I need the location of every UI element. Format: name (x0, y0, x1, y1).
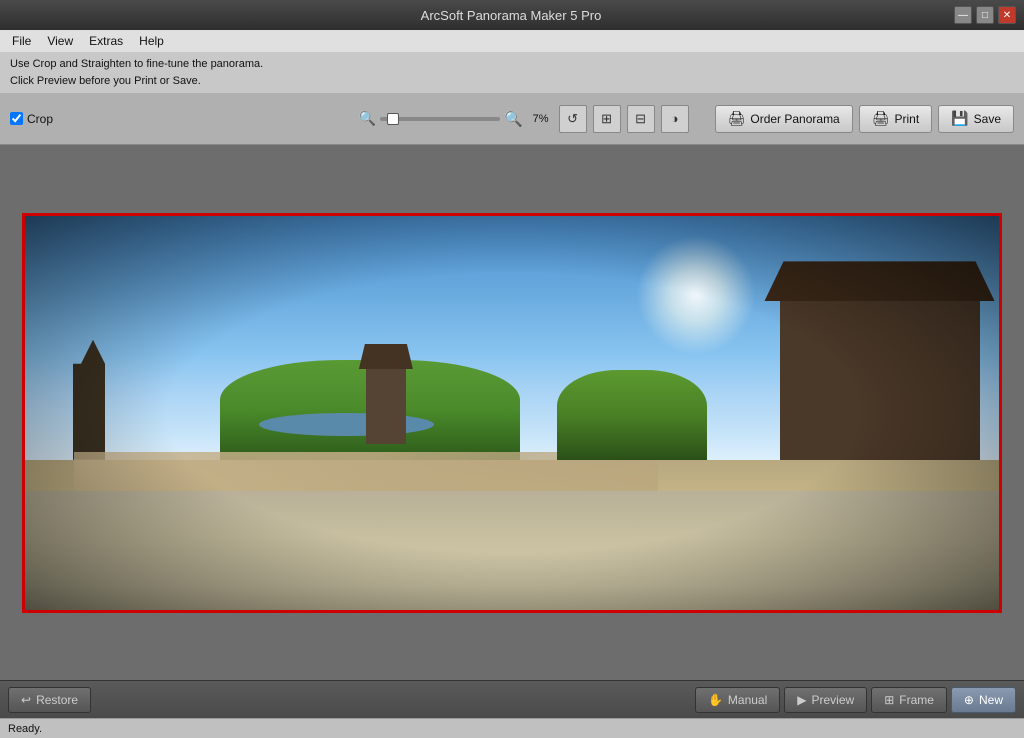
window-controls: — □ ✕ (954, 6, 1016, 24)
tree-right (557, 370, 707, 460)
new-icon: ⊕ (964, 693, 974, 707)
zoom-percent-display: 7% (533, 113, 549, 125)
fit-tool-button[interactable]: ⊞ (593, 105, 621, 133)
order-icon: 🖨 (728, 110, 746, 127)
frame-button[interactable]: ⊞ Frame (871, 687, 947, 713)
building-right (780, 291, 980, 491)
bottom-bar: ↩ Restore ✋ Manual ▶ Preview ⊞ Frame ⊕ N… (0, 680, 1024, 718)
restore-button[interactable]: ↩ Restore (8, 687, 91, 713)
app-title: ArcSoft Panorama Maker 5 Pro (68, 8, 954, 23)
save-icon: 💾 (951, 110, 968, 127)
crop-label: Crop (27, 112, 53, 126)
fence (74, 452, 658, 499)
zoom-slider[interactable] (380, 117, 500, 121)
manual-icon: ✋ (708, 693, 723, 707)
menu-file[interactable]: File (4, 32, 39, 50)
toolbar: Crop 🔍 🔍 7% ↺ ⊞ ⊟ ◑ 🖨 Order Panorama 🖨 P… (0, 93, 1024, 145)
frame-icon: ⊞ (884, 693, 894, 707)
shadow (360, 570, 431, 602)
menu-help[interactable]: Help (131, 32, 172, 50)
order-panorama-button[interactable]: 🖨 Order Panorama (715, 105, 853, 133)
manual-button[interactable]: ✋ Manual (695, 687, 780, 713)
preview-icon: ▶ (797, 693, 806, 707)
bottom-right: ✋ Manual ▶ Preview ⊞ Frame ⊕ New (695, 687, 1016, 713)
crop-checkbox[interactable] (10, 112, 23, 125)
menu-view[interactable]: View (39, 32, 81, 50)
tree-group (220, 360, 520, 460)
info-line1: Use Crop and Straighten to fine-tune the… (10, 56, 1014, 73)
status-text: Ready. (8, 723, 42, 735)
crop-checkbox-group: Crop (10, 112, 53, 126)
stone-path (25, 491, 999, 609)
restore-icon: ↩ (21, 693, 31, 707)
main-content (0, 145, 1024, 680)
preview-button[interactable]: ▶ Preview (784, 687, 867, 713)
sun-glow (636, 235, 756, 355)
water (259, 413, 434, 437)
menu-bar: File View Extras Help (0, 30, 1024, 52)
status-bar: Ready. (0, 718, 1024, 738)
minimize-button[interactable]: — (954, 6, 972, 24)
grid-tool-button[interactable]: ⊟ (627, 105, 655, 133)
save-button[interactable]: 💾 Save (938, 105, 1014, 133)
title-bar: ArcSoft Panorama Maker 5 Pro — □ ✕ (0, 0, 1024, 30)
zoom-in-icon[interactable]: 🔍 (504, 110, 523, 128)
maximize-button[interactable]: □ (976, 6, 994, 24)
panorama-container (22, 213, 1002, 613)
building-left (25, 340, 105, 460)
ground (25, 460, 999, 610)
new-button[interactable]: ⊕ New (951, 687, 1016, 713)
bottom-left: ↩ Restore (8, 687, 91, 713)
zoom-controls: 🔍 🔍 (359, 110, 523, 128)
print-button[interactable]: 🖨 Print (859, 105, 932, 133)
menu-extras[interactable]: Extras (81, 32, 131, 50)
color-tool-button[interactable]: ◑ (661, 105, 689, 133)
panorama-image (25, 216, 999, 610)
rotate-tool-button[interactable]: ↺ (559, 105, 587, 133)
info-line2: Click Preview before you Print or Save. (10, 73, 1014, 90)
building-center (366, 364, 406, 444)
info-bar: Use Crop and Straighten to fine-tune the… (0, 52, 1024, 93)
print-icon: 🖨 (872, 110, 890, 127)
zoom-out-icon[interactable]: 🔍 (359, 110, 376, 127)
action-buttons: 🖨 Order Panorama 🖨 Print 💾 Save (715, 105, 1014, 133)
close-button[interactable]: ✕ (998, 6, 1016, 24)
